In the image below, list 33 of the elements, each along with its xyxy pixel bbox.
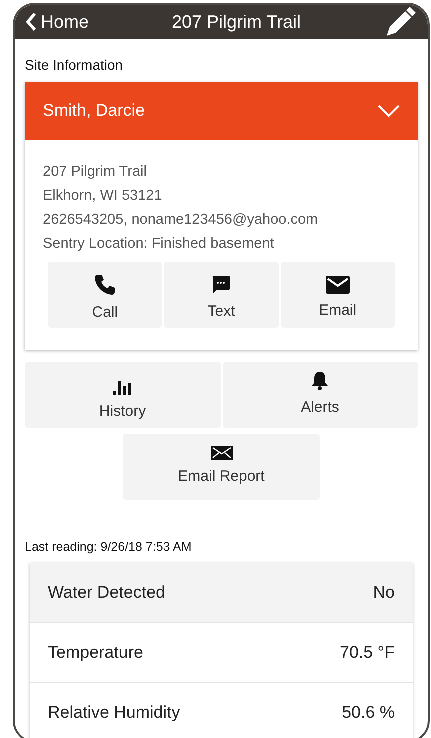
history-button[interactable]: History bbox=[25, 362, 220, 428]
contact-accordion-header[interactable]: Smith, Darcie bbox=[25, 82, 418, 140]
contact-detail-text: Sentry Location: Finished basement bbox=[43, 235, 276, 254]
reading-value: 50.6 % bbox=[342, 702, 395, 724]
back-chevron-icon bbox=[25, 12, 37, 32]
message-icon bbox=[211, 275, 232, 296]
bar-chart-icon bbox=[112, 379, 133, 396]
email-button[interactable]: Email bbox=[280, 262, 395, 328]
contact-detail-text: 2626543205, noname123456@yahoo.com bbox=[43, 211, 320, 230]
envelope-icon bbox=[326, 276, 350, 294]
reading-value: 70.5 °F bbox=[340, 642, 395, 664]
edit-icon[interactable] bbox=[384, 5, 418, 39]
text-button[interactable]: Text bbox=[164, 262, 279, 328]
section-label: Site Information bbox=[24, 56, 124, 75]
reading-name: Temperature bbox=[48, 642, 144, 664]
envelope-icon bbox=[210, 446, 232, 460]
bell-icon bbox=[311, 370, 330, 391]
reading-value: No bbox=[373, 582, 395, 604]
phone-icon bbox=[94, 274, 116, 296]
contact-detail-text: Elkhorn, WI 53121 bbox=[43, 187, 164, 206]
alerts-button[interactable]: Alerts bbox=[222, 362, 418, 428]
reading-name: Relative Humidity bbox=[48, 702, 180, 724]
reading-name: Water Detected bbox=[48, 582, 166, 604]
email-report-button[interactable]: Email Report bbox=[123, 434, 320, 500]
screen-title: 207 Pilgrim Trail bbox=[172, 10, 302, 34]
call-button[interactable]: Call bbox=[48, 262, 162, 328]
back-button[interactable]: Home bbox=[25, 8, 90, 36]
chevron-icon bbox=[378, 105, 400, 117]
reading-row[interactable]: Water Detected No bbox=[30, 562, 413, 623]
reading-row[interactable]: Temperature 70.5 °F bbox=[30, 622, 413, 683]
last-reading-label: Last reading: 9/26/18 7:53 AM bbox=[24, 539, 193, 556]
contact-detail-text: 207 Pilgrim Trail bbox=[43, 163, 148, 182]
reading-row[interactable]: Relative Humidity 50.6 % bbox=[30, 682, 413, 738]
